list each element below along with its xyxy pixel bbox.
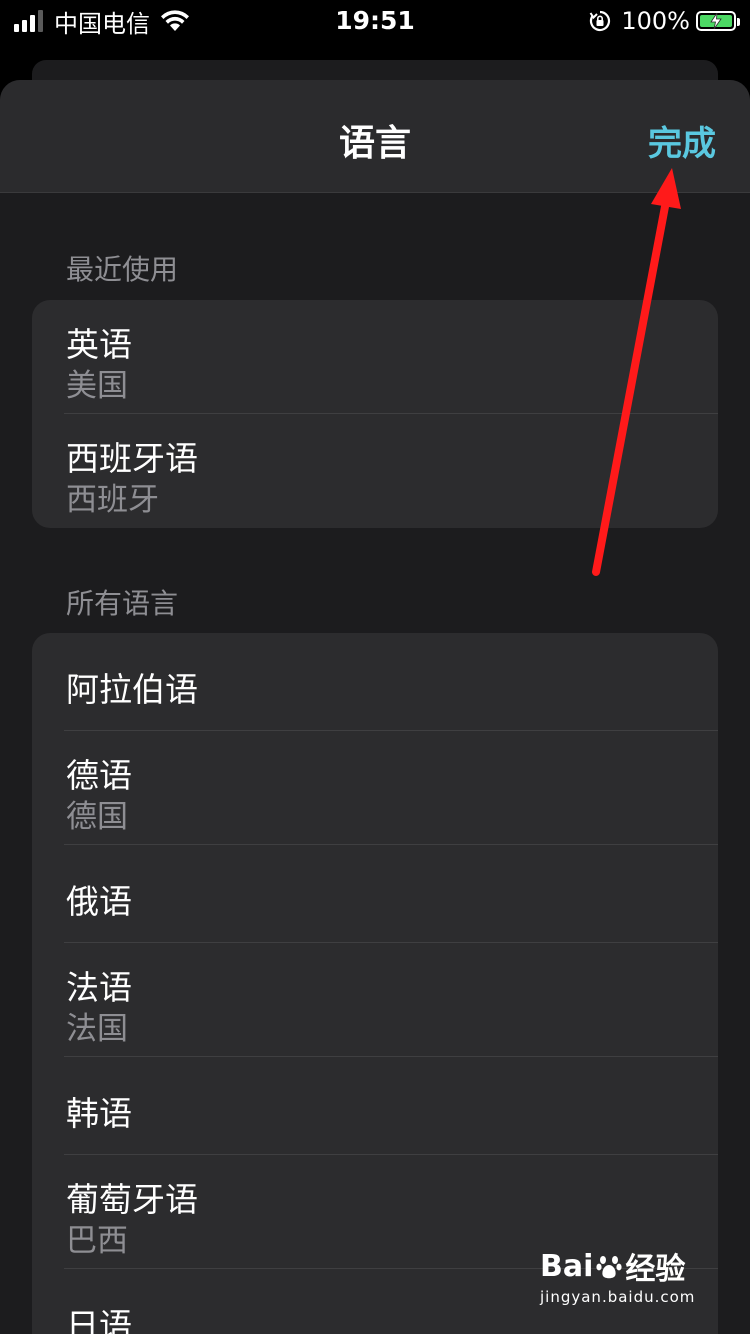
language-row-english[interactable]: 英语 美国: [32, 300, 718, 414]
baidu-paw-icon: [596, 1256, 623, 1279]
battery-charging-icon: [696, 11, 740, 31]
language-title: 英语: [66, 325, 132, 364]
watermark-brand-left: Bai: [540, 1248, 594, 1284]
language-region: 法国: [66, 1011, 128, 1047]
language-title: 韩语: [66, 1094, 132, 1133]
watermark-url: jingyan.baidu.com: [540, 1288, 696, 1306]
language-region: 巴西: [66, 1223, 128, 1259]
language-row-korean[interactable]: 韩语: [32, 1057, 718, 1155]
status-right: 100%: [589, 6, 740, 36]
language-title: 日语: [66, 1306, 132, 1334]
recent-section-header: 最近使用: [66, 253, 179, 286]
battery-percent: 100%: [621, 7, 690, 35]
language-row-arabic[interactable]: 阿拉伯语: [32, 633, 718, 731]
language-title: 法语: [66, 968, 132, 1007]
language-title: 阿拉伯语: [66, 670, 198, 709]
all-languages-group: 阿拉伯语 德语 德国 俄语 法语 法国 韩语 葡萄牙语 巴西 日语: [32, 633, 718, 1334]
language-title: 俄语: [66, 882, 132, 921]
language-row-german[interactable]: 德语 德国: [32, 731, 718, 845]
language-region: 西班牙: [66, 482, 159, 518]
language-title: 葡萄牙语: [66, 1180, 198, 1219]
language-title: 西班牙语: [66, 439, 198, 478]
language-row-russian[interactable]: 俄语: [32, 845, 718, 943]
done-button[interactable]: 完成: [648, 116, 716, 165]
language-row-french[interactable]: 法语 法国: [32, 943, 718, 1057]
language-row-spanish[interactable]: 西班牙语 西班牙: [32, 414, 718, 528]
language-title: 德语: [66, 756, 132, 795]
language-region: 德国: [66, 799, 128, 835]
language-sheet: 语言 完成 最近使用 英语 美国 西班牙语 西班牙 所有语言 阿拉伯语 德语 德…: [0, 80, 750, 1334]
language-region: 美国: [66, 368, 128, 404]
status-bar: 中国电信 19:51 100%: [0, 0, 750, 44]
rotation-lock-icon: [590, 10, 611, 32]
sheet-title: 语言: [338, 123, 411, 164]
baidu-watermark: Bai 经验 jingyan.baidu.com: [540, 1244, 710, 1314]
recent-languages-group: 英语 美国 西班牙语 西班牙: [32, 300, 718, 528]
watermark-brand-right: 经验: [625, 1252, 686, 1287]
sheet-nav-bar: 语言 完成: [0, 80, 750, 193]
all-section-header: 所有语言: [66, 587, 179, 620]
